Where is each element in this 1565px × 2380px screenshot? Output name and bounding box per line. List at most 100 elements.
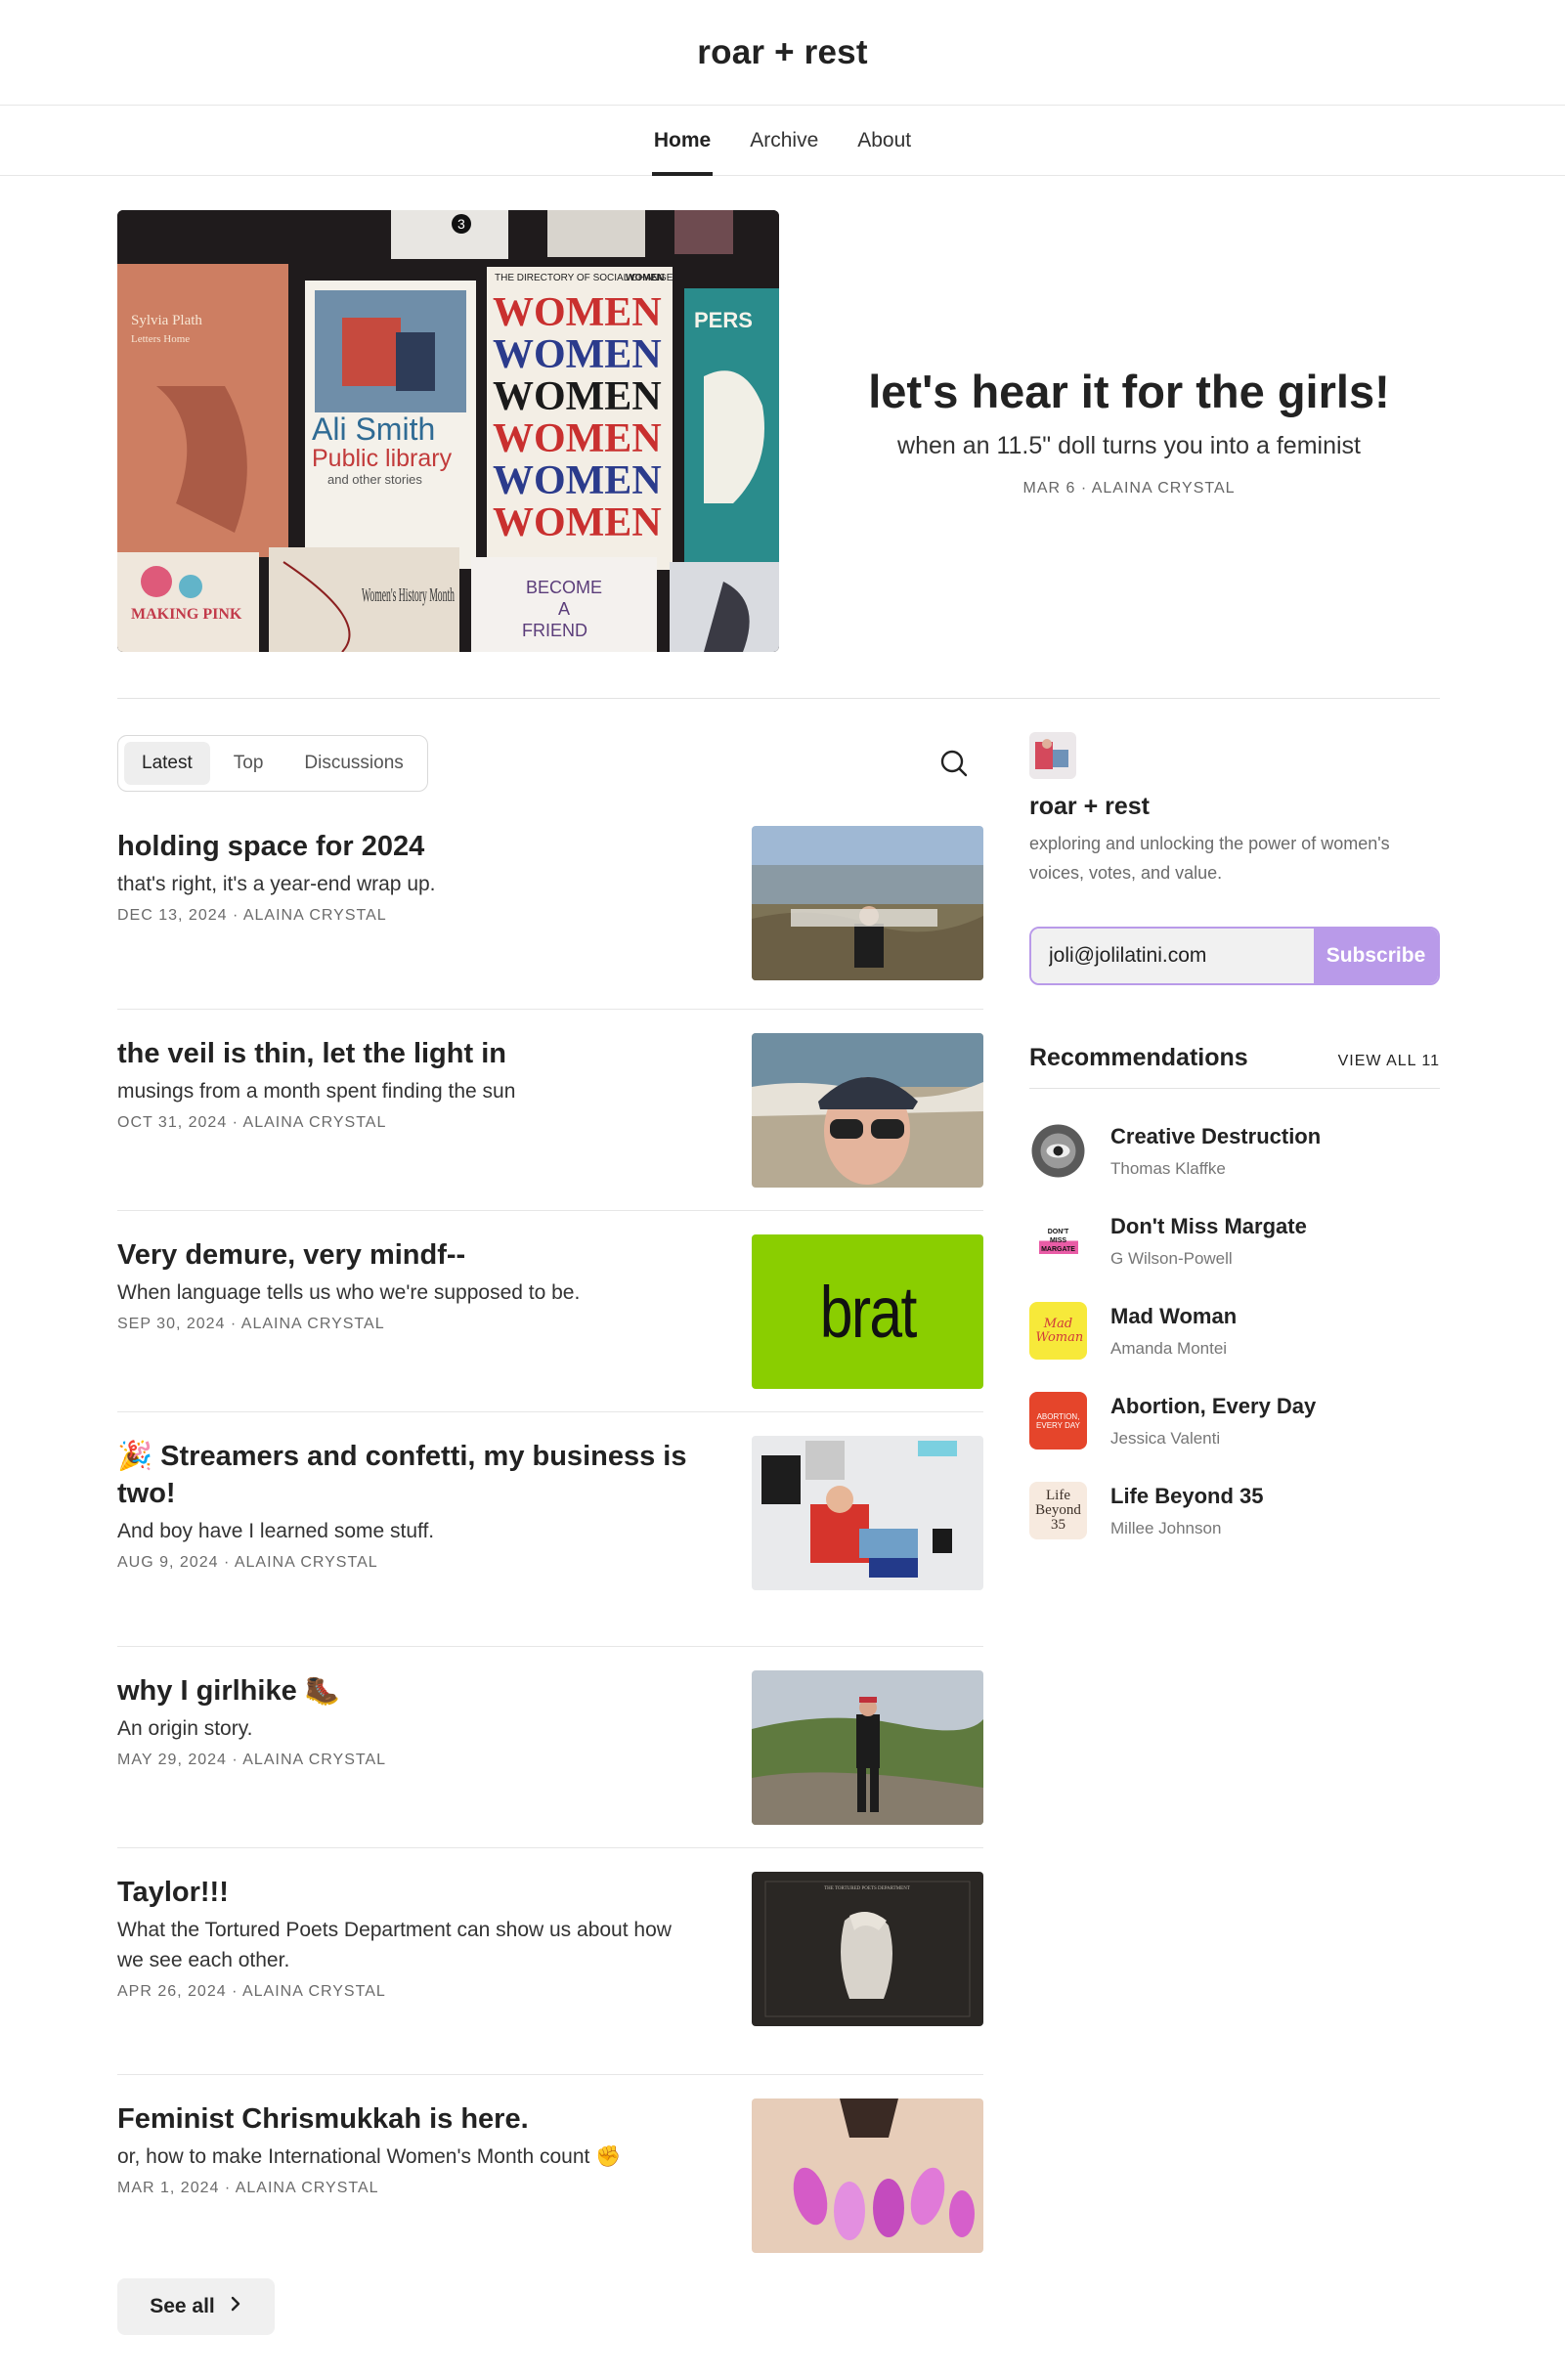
recommendation-name: Don't Miss Margate <box>1110 1214 1307 1238</box>
featured-post-title[interactable]: let's hear it for the girls! <box>868 365 1390 418</box>
recommendation-item[interactable]: Mad Woman Mad Woman Amanda Montei <box>1029 1302 1440 1392</box>
recommendation-logo <box>1029 1122 1087 1180</box>
post-title[interactable]: 🎉 Streamers and confetti, my business is… <box>117 1438 694 1512</box>
post-meta: OCT 31, 2024 · ALAINA CRYSTAL <box>117 1114 387 1131</box>
post-title[interactable]: the veil is thin, let the light in <box>117 1035 694 1072</box>
ttpd-thumb-text: THE TORTURED POETS DEPARTMENT <box>824 1886 910 1891</box>
recommendation-name: Abortion, Every Day <box>1110 1394 1317 1418</box>
recommendations-title: Recommendations <box>1029 1044 1248 1071</box>
post-item[interactable]: holding space for 2024 that's right, it'… <box>117 826 983 1010</box>
recommendation-logo-text: Life Beyond 35 <box>1035 1488 1081 1533</box>
recommendation-name: Life Beyond 35 <box>1110 1484 1264 1508</box>
recommendation-logo: Life Beyond 35 <box>1029 1482 1087 1539</box>
post-subtitle: What the Tortured Poets Department can s… <box>117 1919 672 1971</box>
post-meta: DEC 13, 2024 · ALAINA CRYSTAL <box>117 907 387 924</box>
recommendation-name: Mad Woman <box>1110 1304 1238 1328</box>
recommendation-author: Thomas Klaffke <box>1110 1159 1226 1178</box>
post-meta: APR 26, 2024 · ALAINA CRYSTAL <box>117 1983 386 2000</box>
post-meta: AUG 9, 2024 · ALAINA CRYSTAL <box>117 1554 378 1571</box>
post-subtitle: that's right, it's a year-end wrap up. <box>117 873 436 895</box>
post-title[interactable]: holding space for 2024 <box>117 828 694 865</box>
view-all-link[interactable]: VIEW ALL 11 <box>1338 1053 1440 1070</box>
brat-thumb-text: brat <box>819 1271 917 1353</box>
featured-post-subtitle: when an 11.5" doll turns you into a femi… <box>897 432 1361 459</box>
recommendations-list: Creative Destruction Thomas Klaffke DON'… <box>1029 1122 1440 1572</box>
hero-women-1: WOMEN <box>493 290 662 335</box>
hero-book6-top: BECOME <box>526 578 602 597</box>
post-thumbnail[interactable]: brat <box>752 1234 983 1389</box>
hero-book2-sub2: and other stories <box>327 472 422 487</box>
recommendation-logo-text: DON'T MISS MARGATE <box>1038 1228 1078 1254</box>
post-item[interactable]: the veil is thin, let the light in musin… <box>117 1010 983 1211</box>
post-title[interactable]: Feminist Chrismukkah is here. <box>117 2100 694 2138</box>
chevron-right-icon <box>229 2295 242 2318</box>
post-filter-tabs: Latest Top Discussions <box>117 735 428 792</box>
sidebar: roar + rest exploring and unlocking the … <box>1029 732 1440 1572</box>
post-thumbnail[interactable] <box>752 1670 983 1825</box>
post-meta: SEP 30, 2024 · ALAINA CRYSTAL <box>117 1316 385 1332</box>
hero-corner-number: 3 <box>457 216 465 232</box>
recommendation-name: Creative Destruction <box>1110 1124 1322 1148</box>
post-thumbnail[interactable]: THE TORTURED POETS DEPARTMENT <box>752 1872 983 2026</box>
hero-book2-title: Ali Smith <box>312 411 435 447</box>
recommendation-author: Amanda Montei <box>1110 1339 1228 1358</box>
post-title[interactable]: why I girlhike 🥾 <box>117 1672 694 1709</box>
hero-women-6: WOMEN <box>493 500 662 545</box>
section-divider <box>117 698 1440 699</box>
post-item[interactable]: why I girlhike 🥾 An origin story. MAY 29… <box>117 1647 983 1848</box>
hero-book6-bottom: FRIEND <box>522 621 587 640</box>
site-header: roar + rest <box>0 0 1565 106</box>
hero-women-2: WOMEN <box>493 332 662 377</box>
recommendation-logo: DON'T MISS MARGATE <box>1029 1212 1087 1270</box>
hero-women-3: WOMEN <box>493 374 662 419</box>
subscribe-button[interactable]: Subscribe <box>1314 929 1438 983</box>
recommendation-item[interactable]: Life Beyond 35 Life Beyond 35 Millee Joh… <box>1029 1482 1440 1572</box>
post-item[interactable]: Very demure, very mindf-- When language … <box>117 1211 983 1412</box>
tab-top[interactable]: Top <box>216 742 282 785</box>
subscribe-form: Subscribe <box>1029 927 1440 985</box>
recommendation-logo-text: ABORTION, EVERY DAY <box>1036 1411 1080 1430</box>
recommendation-item[interactable]: ABORTION, EVERY DAY Abortion, Every Day … <box>1029 1392 1440 1482</box>
main-nav: Home Archive About <box>0 106 1565 176</box>
post-thumbnail[interactable] <box>752 826 983 980</box>
recommendation-item[interactable]: Creative Destruction Thomas Klaffke <box>1029 1122 1440 1212</box>
post-title[interactable]: Very demure, very mindf-- <box>117 1236 694 1274</box>
recommendations-header: Recommendations VIEW ALL 11 <box>1029 1044 1440 1089</box>
post-subtitle: An origin story. <box>117 1717 253 1740</box>
featured-post-text: let's hear it for the girls! when an 11.… <box>779 210 1440 652</box>
hero-book6-mid: A <box>558 599 570 619</box>
publication-description: exploring and unlocking the power of wom… <box>1029 834 1390 883</box>
publication-name: roar + rest <box>1029 793 1150 820</box>
featured-post-meta: MAR 6 · ALAINA CRYSTAL <box>1022 480 1236 497</box>
post-item[interactable]: 🎉 Streamers and confetti, my business is… <box>117 1412 983 1647</box>
see-all-button[interactable]: See all <box>117 2278 275 2335</box>
post-item[interactable]: Taylor!!! What the Tortured Poets Depart… <box>117 1848 983 2075</box>
publication-logo[interactable] <box>1029 732 1076 779</box>
post-subtitle: When language tells us who we're suppose… <box>117 1281 581 1304</box>
recommendation-logo-text: Mad Woman <box>1035 1316 1084 1345</box>
hero-book5: Women's History Month <box>362 584 455 606</box>
tab-discussions[interactable]: Discussions <box>286 742 420 785</box>
hero-book3-corner: WOMEN <box>626 273 664 283</box>
post-thumbnail[interactable] <box>752 1033 983 1188</box>
site-title[interactable]: roar + rest <box>697 33 867 72</box>
post-item: Feminist Chrismukkah is here. or, how to… <box>117 2075 983 2276</box>
featured-post-image[interactable]: 3 Sylvia Plath Letters Home Ali Smith Pu… <box>117 210 779 652</box>
nav-about[interactable]: About <box>855 106 913 175</box>
nav-archive[interactable]: Archive <box>748 106 820 175</box>
email-field[interactable] <box>1031 929 1314 983</box>
post-subtitle: or, how to make International Women's Mo… <box>117 2145 622 2168</box>
recommendation-item[interactable]: DON'T MISS MARGATE Don't Miss Margate G … <box>1029 1212 1440 1302</box>
hero-book7: MAKING PINK <box>131 606 242 623</box>
search-icon[interactable] <box>937 747 971 780</box>
post-thumbnail[interactable] <box>752 1436 983 1590</box>
tab-latest[interactable]: Latest <box>124 742 210 785</box>
nav-home[interactable]: Home <box>651 106 714 176</box>
post-thumbnail[interactable] <box>752 2099 983 2253</box>
hero-women-5: WOMEN <box>493 458 662 503</box>
hero-book1-title: Sylvia Plath <box>131 313 202 328</box>
recommendation-author: Jessica Valenti <box>1110 1429 1221 1448</box>
post-title[interactable]: Taylor!!! <box>117 1874 694 1911</box>
hero-women-4: WOMEN <box>493 416 662 461</box>
featured-post[interactable]: 3 Sylvia Plath Letters Home Ali Smith Pu… <box>117 210 1440 652</box>
